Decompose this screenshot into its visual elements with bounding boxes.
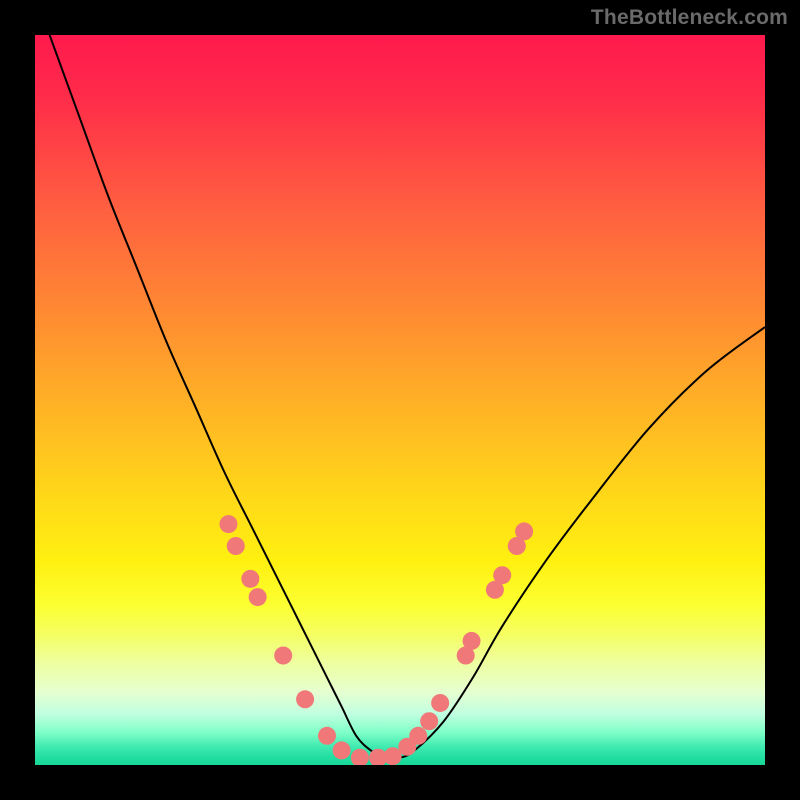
data-marker (274, 647, 292, 665)
data-marker (463, 632, 481, 650)
data-marker (351, 749, 369, 765)
data-marker (409, 727, 427, 745)
watermark-text: TheBottleneck.com (591, 6, 788, 30)
data-marker (333, 741, 351, 759)
data-marker (420, 712, 438, 730)
plot-area (35, 35, 765, 765)
data-marker (318, 727, 336, 745)
data-marker (249, 588, 267, 606)
data-marker (219, 515, 237, 533)
data-marker (227, 537, 245, 555)
chart-frame: TheBottleneck.com (0, 0, 800, 800)
data-marker (431, 694, 449, 712)
data-marker (241, 570, 259, 588)
data-marker (493, 566, 511, 584)
data-marker (296, 690, 314, 708)
marker-group (219, 515, 533, 765)
data-marker (515, 522, 533, 540)
curve-svg (35, 35, 765, 765)
bottleneck-curve-path (50, 35, 765, 759)
